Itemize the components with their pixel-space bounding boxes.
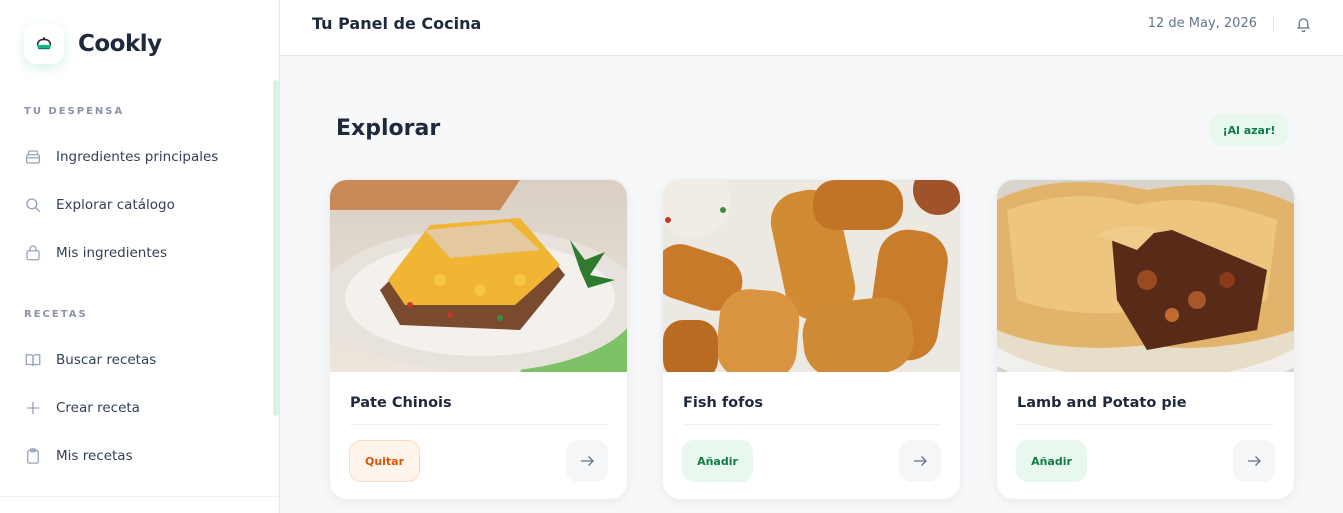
card-divider	[683, 424, 940, 425]
sidebar-item-label: Crear receta	[56, 400, 140, 416]
recipe-card[interactable]: Pate Chinois Quitar	[329, 179, 628, 500]
sidebar-item-main-ingredients[interactable]: Ingredientes principales	[24, 139, 264, 175]
section-label-recipes: RECETAS	[24, 309, 88, 320]
clipboard-icon	[24, 447, 42, 465]
sidebar-item-my-recipes[interactable]: Mis recetas	[24, 438, 264, 474]
scrollbar-thumb[interactable]	[273, 80, 279, 416]
add-button[interactable]: Añadir	[682, 440, 753, 482]
add-button[interactable]: Añadir	[1016, 440, 1087, 482]
bell-icon[interactable]	[1293, 14, 1313, 34]
recipe-image[interactable]	[330, 180, 627, 372]
recipe-image[interactable]	[663, 180, 960, 372]
recipe-card[interactable]: Fish fofos Añadir	[662, 179, 961, 500]
remove-button[interactable]: Quitar	[349, 440, 420, 482]
recipe-title: Pate Chinois	[350, 395, 452, 411]
sidebar-item-label: Ingredientes principales	[56, 149, 219, 165]
brand-name: Cookly	[78, 31, 162, 57]
header-divider	[1273, 15, 1274, 33]
recipe-title: Fish fofos	[683, 395, 764, 411]
recipe-card[interactable]: Lamb and Potato pie Añadir	[996, 179, 1295, 500]
recipe-image[interactable]	[997, 180, 1294, 372]
shopping-bag-icon	[24, 244, 42, 262]
cooking-pot-icon	[24, 24, 64, 64]
basket-icon	[24, 148, 42, 166]
brand[interactable]: Cookly	[24, 24, 162, 64]
sidebar-item-create-recipe[interactable]: Crear receta	[24, 390, 264, 426]
book-open-icon	[24, 351, 42, 369]
sidebar-item-explore-catalog[interactable]: Explorar catálogo	[24, 187, 264, 223]
arrow-right-icon[interactable]	[899, 440, 941, 482]
recipe-title: Lamb and Potato pie	[1017, 395, 1187, 411]
arrow-right-icon[interactable]	[1233, 440, 1275, 482]
page-title: Tu Panel de Cocina	[312, 14, 482, 33]
plus-icon	[24, 399, 42, 417]
sidebar-item-label: Mis ingredientes	[56, 245, 167, 261]
sidebar-item-label: Explorar catálogo	[56, 197, 175, 213]
sidebar-item-search-recipes[interactable]: Buscar recetas	[24, 342, 264, 378]
top-header: Tu Panel de Cocina 12 de May, 2026	[280, 0, 1343, 56]
section-title: Explorar	[336, 116, 441, 141]
sidebar-item-label: Buscar recetas	[56, 352, 157, 368]
card-divider	[350, 424, 607, 425]
current-date: 12 de May, 2026	[1147, 16, 1257, 31]
card-divider	[1017, 424, 1274, 425]
random-recipe-button[interactable]: ¡Al azar!	[1210, 114, 1288, 146]
sidebar-footer	[0, 496, 279, 513]
arrow-right-icon[interactable]	[566, 440, 608, 482]
search-icon	[24, 196, 42, 214]
section-label-pantry: TU DESPENSA	[24, 106, 125, 117]
sidebar-item-label: Mis recetas	[56, 448, 133, 464]
sidebar: Cookly TU DESPENSA Ingredientes principa…	[0, 0, 280, 513]
sidebar-item-my-ingredients[interactable]: Mis ingredientes	[24, 235, 264, 271]
